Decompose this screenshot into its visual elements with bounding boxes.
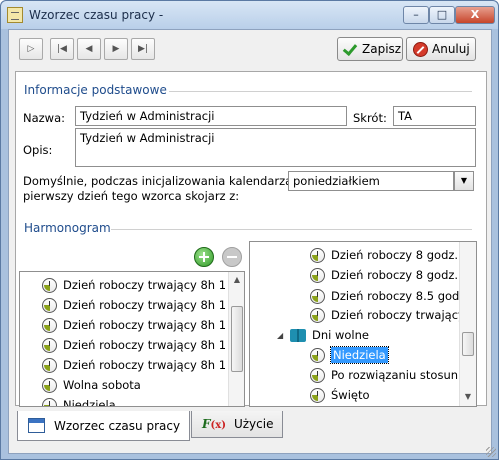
short-name-label: Skrót:: [353, 111, 387, 125]
clock-icon: [310, 387, 325, 403]
list-item[interactable]: Dzień roboczy trwający 8h 1: [42, 355, 226, 375]
tree-item[interactable]: Dzień roboczy trwający 8: [310, 305, 476, 325]
app-icon: [7, 7, 23, 23]
list-item[interactable]: Dzień roboczy trwający 8h 1: [42, 275, 226, 295]
tree-folder-free-days[interactable]: ◢ Dni wolne: [277, 325, 369, 345]
list-item[interactable]: Dzień roboczy trwający 8h 1: [42, 295, 226, 315]
clock-icon: [42, 357, 57, 373]
clock-icon: [42, 377, 57, 393]
clock-icon: [310, 288, 325, 304]
book-icon: [290, 328, 306, 342]
clock-icon: [310, 347, 325, 363]
first-day-dropdown-button[interactable]: ▼: [454, 171, 474, 191]
last-record-button[interactable]: ▶|: [131, 38, 155, 60]
first-record-button[interactable]: ▷: [19, 38, 43, 60]
description-field[interactable]: Tydzień w Administracji: [75, 128, 476, 167]
clock-icon: [310, 367, 325, 383]
name-field[interactable]: Tydzień w Administracji: [75, 106, 347, 126]
clock-icon: [310, 307, 325, 323]
maximize-button[interactable]: □: [429, 6, 455, 24]
clock-icon: [310, 267, 325, 283]
list-item-label: Wolna sobota: [63, 378, 141, 392]
list-item[interactable]: Wolna sobota: [42, 375, 141, 395]
scroll-down-arrow[interactable]: ▼: [460, 389, 476, 405]
clock-icon: [42, 337, 57, 353]
clock-icon: [42, 277, 57, 293]
tree-item-label: Dzień roboczy trwający 8: [331, 308, 476, 322]
save-button[interactable]: Zapisz: [337, 37, 403, 61]
cancel-button-label: Anuluj: [432, 42, 470, 56]
list-item-label: Niedziela: [63, 398, 116, 407]
tab-label: Wzorzec czasu pracy: [54, 418, 181, 433]
first-day-label-line2: pierwszy dzień tego wzorca skojarz z:: [23, 189, 240, 203]
function-icon: F(x): [202, 417, 226, 431]
tree-item[interactable]: Święto: [310, 385, 370, 405]
list-item-label: Dzień roboczy trwający 8h 1: [63, 318, 227, 332]
description-label: Opis:: [23, 143, 53, 157]
calendar-icon: [28, 418, 45, 433]
window: Wzorzec czasu pracy - – □ X ▷ |◀ ◀ ▶ ▶| …: [0, 0, 499, 460]
forward-button[interactable]: ▶: [104, 38, 128, 60]
collapse-arrow-icon[interactable]: ◢: [277, 331, 286, 340]
list-item-label: Dzień roboczy trwający 8h 1: [63, 278, 227, 292]
clock-icon: [42, 297, 57, 313]
cancel-icon: [413, 41, 428, 57]
tree-item-label: Dzień roboczy 8 godz.: [331, 248, 459, 262]
previous-record-button[interactable]: |◀: [50, 38, 74, 60]
tree-item-label: Święto: [331, 388, 370, 402]
list-item-label: Dzień roboczy trwający 8h 1: [63, 358, 227, 372]
tree-item[interactable]: Po rozwiązaniu stosunku: [310, 365, 472, 385]
scroll-thumb[interactable]: [231, 306, 243, 372]
title-bar[interactable]: Wzorzec czasu pracy - – □ X: [1, 1, 498, 29]
scroll-up-arrow[interactable]: ▲: [229, 272, 244, 288]
clock-icon: [310, 247, 325, 263]
available-days-tree[interactable]: Dzień roboczy 8 godz. Dzień roboczy 8 go…: [249, 241, 477, 407]
tree-item-selected[interactable]: Niedziela: [310, 345, 389, 365]
list-item[interactable]: Niedziela: [42, 395, 116, 407]
save-button-label: Zapisz: [362, 42, 402, 56]
check-icon: [344, 42, 358, 56]
tree-item-label: Dzień roboczy 8.5 godz.: [331, 289, 470, 303]
tree-item-label: Niedziela: [330, 346, 389, 364]
schedule-day-list[interactable]: Dzień roboczy trwający 8h 1 Dzień robocz…: [19, 271, 245, 407]
short-name-field[interactable]: TA: [393, 106, 476, 126]
list-item-label: Dzień roboczy trwający 8h 1: [63, 298, 227, 312]
tab-work-pattern[interactable]: Wzorzec czasu pracy: [17, 411, 190, 441]
tab-label: Użycie: [233, 417, 274, 431]
list-item[interactable]: Dzień roboczy trwający 8h 1: [42, 315, 226, 335]
list-item-label: Dzień roboczy trwający 8h 1: [63, 338, 227, 352]
add-day-button[interactable]: [194, 247, 214, 267]
section-divider: [169, 91, 472, 92]
basic-info-section-title: Informacje podstawowe: [24, 83, 167, 97]
tab-usage[interactable]: F(x) Użycie: [191, 411, 283, 438]
minimize-button[interactable]: –: [403, 6, 429, 24]
back-button[interactable]: ◀: [77, 38, 101, 60]
left-list-scrollbar[interactable]: ▲: [228, 272, 244, 406]
first-day-label: Domyślnie, podczas inicjalizowania kalen…: [23, 174, 296, 188]
tree-item[interactable]: Dzień roboczy 8 godz.: [310, 245, 458, 265]
clock-icon: [42, 397, 57, 406]
tree-scrollbar[interactable]: ▼: [459, 242, 476, 406]
name-label: Nazwa:: [23, 111, 66, 125]
section-divider: [111, 229, 472, 230]
list-item[interactable]: Dzień roboczy trwający 8h 1: [42, 335, 226, 355]
resize-grip[interactable]: [486, 447, 496, 457]
clock-icon: [42, 317, 57, 333]
remove-day-button[interactable]: [222, 247, 242, 267]
scroll-thumb[interactable]: [462, 332, 474, 356]
first-day-select[interactable]: poniedziałkiem: [288, 171, 454, 191]
tree-item[interactable]: Dzień roboczy 8.5 godz.: [310, 286, 469, 306]
tree-item-label: Po rozwiązaniu stosunku: [331, 368, 472, 382]
window-title: Wzorzec czasu pracy -: [29, 8, 164, 22]
tree-item-label: Dzień roboczy 8 godz. (z: [331, 268, 473, 282]
close-button[interactable]: X: [455, 6, 495, 24]
tree-item[interactable]: Dzień roboczy 8 godz. (z: [310, 265, 472, 285]
cancel-button[interactable]: Anuluj: [406, 37, 476, 61]
schedule-section-title: Harmonogram: [24, 221, 111, 235]
tree-folder-label: Dni wolne: [312, 328, 369, 342]
